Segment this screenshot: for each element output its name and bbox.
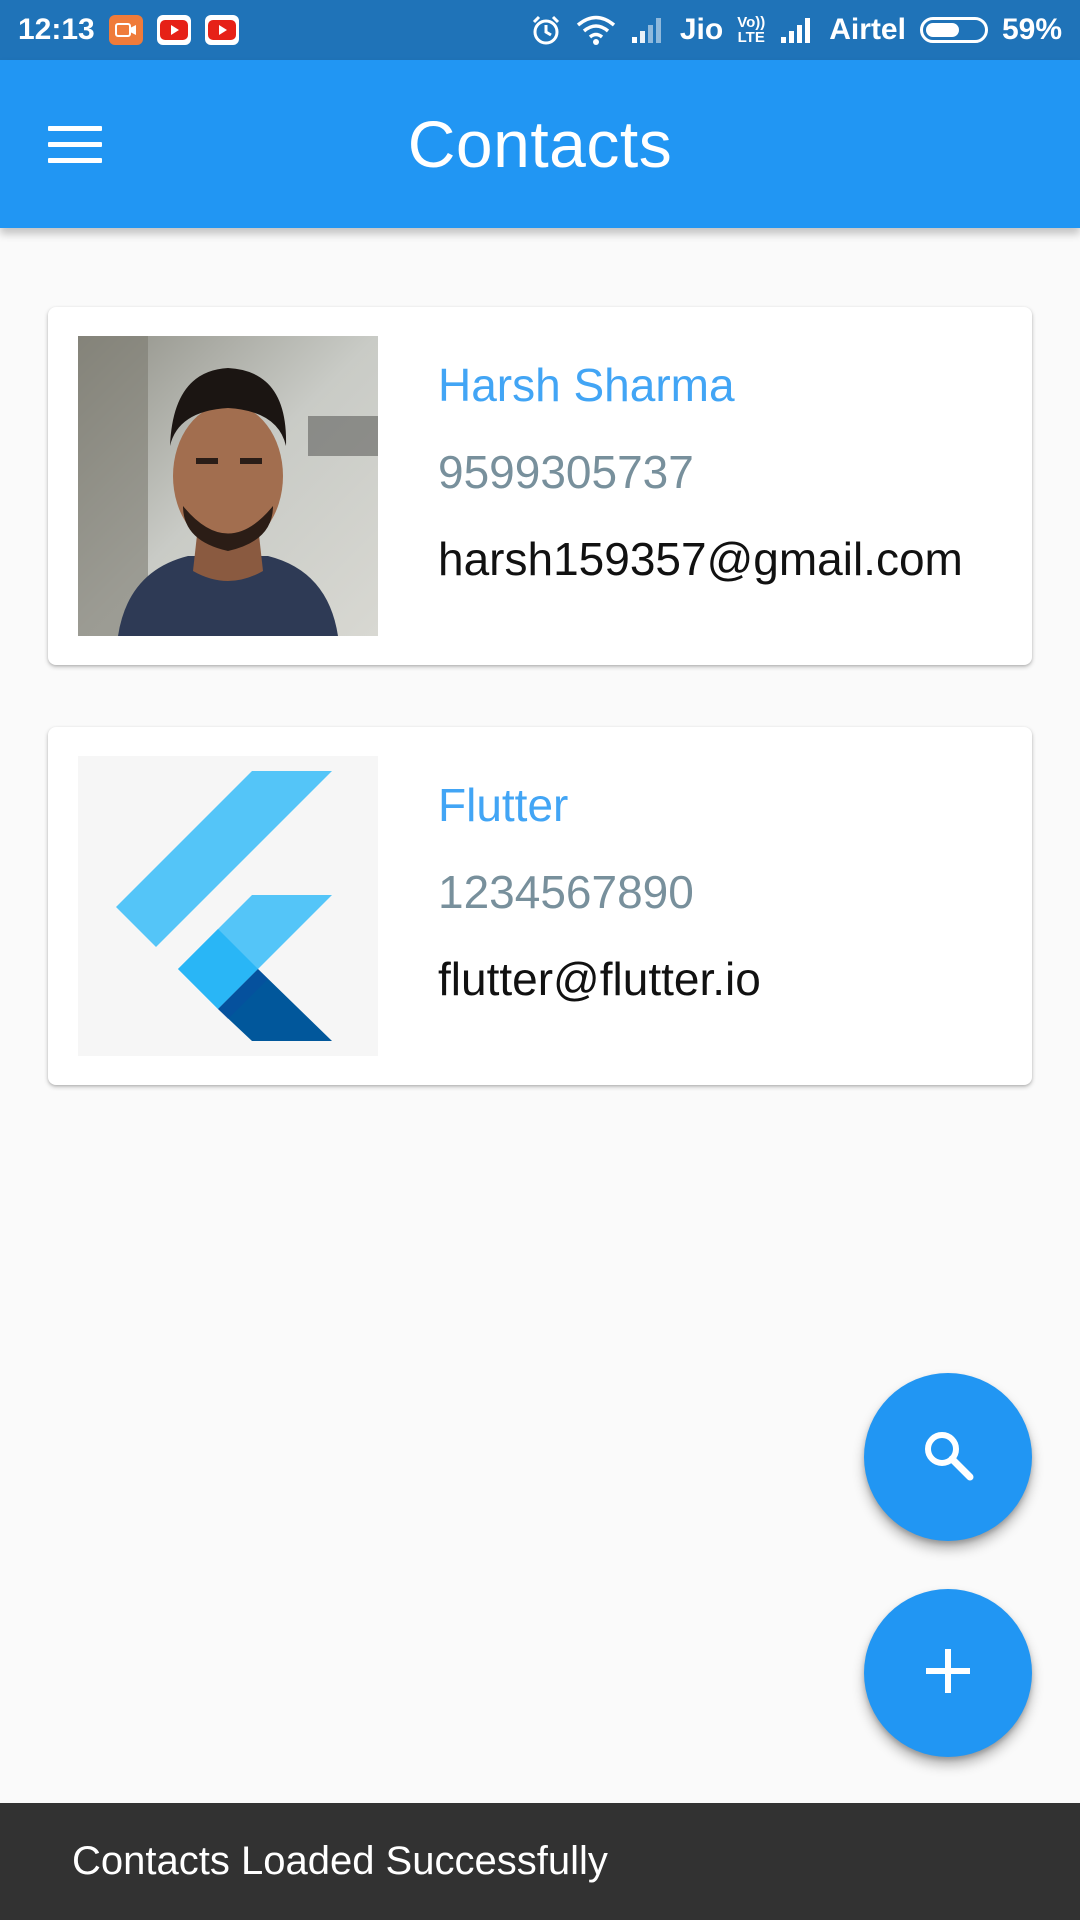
alarm-icon [530, 14, 562, 46]
youtube-icon [156, 15, 191, 45]
status-time: 12:13 [18, 13, 95, 46]
contact-name: Flutter [438, 779, 569, 831]
status-bar: 12:13 Jio Vo)) LTE Airtel 59% [0, 0, 1080, 60]
volte-icon: Vo)) LTE [737, 15, 765, 45]
page-title: Contacts [407, 107, 673, 181]
contact-card[interactable]: Flutter 1234567890 flutter@flutter.io [48, 727, 1032, 1085]
add-contact-button[interactable] [864, 1589, 1032, 1757]
flutter-logo-icon [78, 756, 378, 1056]
snackbar: Contacts Loaded Successfully [0, 1803, 1080, 1920]
contact-phone: 9599305737 [438, 446, 694, 498]
snackbar-message: Contacts Loaded Successfully [72, 1839, 608, 1883]
contact-name: Harsh Sharma [438, 359, 735, 411]
volte-top: Vo)) [737, 14, 766, 31]
volte-bottom: LTE [737, 29, 765, 46]
contact-avatar-photo [78, 336, 378, 636]
youtube-icon [204, 15, 239, 45]
contact-info: Flutter 1234567890 flutter@flutter.io [438, 777, 761, 1007]
app-bar: Contacts [0, 60, 1080, 228]
search-icon [920, 1427, 976, 1488]
wifi-icon [576, 14, 616, 46]
contact-email: flutter@flutter.io [438, 953, 761, 1005]
battery-fill [925, 23, 959, 37]
contact-info: Harsh Sharma 9599305737 harsh159357@gmai… [438, 357, 963, 587]
search-button[interactable] [864, 1373, 1032, 1541]
contact-card[interactable]: Harsh Sharma 9599305737 harsh159357@gmai… [48, 307, 1032, 665]
carrier-airtel: Airtel [829, 13, 906, 46]
add-icon [924, 1647, 972, 1700]
signal-icon [779, 15, 815, 45]
signal-icon [630, 15, 666, 45]
contact-email: harsh159357@gmail.com [438, 533, 963, 585]
battery-icon [919, 17, 988, 43]
battery-percent: 59% [1001, 13, 1062, 46]
carrier-jio: Jio [679, 13, 724, 46]
screen-recorder-icon [108, 15, 143, 45]
contact-phone: 1234567890 [438, 866, 694, 918]
